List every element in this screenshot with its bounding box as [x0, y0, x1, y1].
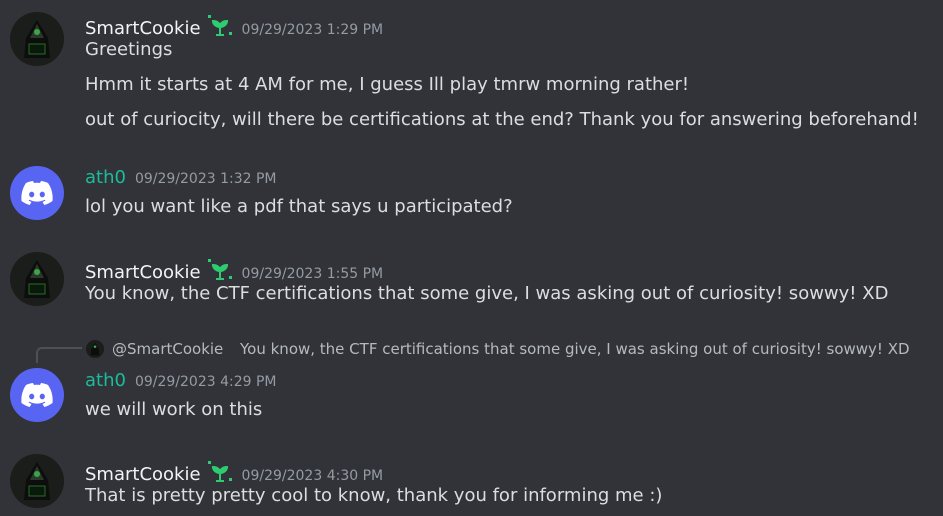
- reply-connector: [36, 347, 82, 363]
- username[interactable]: SmartCookie: [85, 262, 201, 283]
- avatar[interactable]: [10, 454, 64, 508]
- avatar[interactable]: [10, 368, 64, 422]
- hooded-hacker-icon: [86, 340, 104, 358]
- message-header: ath0 09/29/2023 1:32 PM: [85, 167, 277, 188]
- hooded-hacker-icon: [10, 252, 64, 306]
- discord-logo-icon: [21, 181, 53, 205]
- discord-logo-icon: [21, 383, 53, 407]
- reply-reference[interactable]: @SmartCookie You know, the CTF certifica…: [36, 340, 941, 363]
- avatar[interactable]: [10, 252, 64, 306]
- sprout-icon[interactable]: [207, 460, 233, 484]
- message-text: That is pretty pretty cool to know, than…: [85, 485, 663, 506]
- timestamp[interactable]: 09/29/2023 1:55 PM: [242, 266, 384, 282]
- message-header: ath0 09/29/2023 4:29 PM: [85, 370, 277, 391]
- avatar[interactable]: [10, 12, 64, 66]
- timestamp[interactable]: 09/29/2023 1:29 PM: [242, 22, 384, 38]
- reply-avatar[interactable]: [86, 340, 104, 358]
- message-text: Hmm it starts at 4 AM for me, I guess Il…: [85, 74, 690, 95]
- hooded-hacker-icon: [10, 454, 64, 508]
- reply-preview[interactable]: You know, the CTF certifications that so…: [240, 340, 910, 358]
- message-text: You know, the CTF certifications that so…: [85, 283, 889, 304]
- message-header: SmartCookie 09/29/2023 1:55 PM: [85, 254, 383, 283]
- hooded-hacker-icon: [10, 12, 64, 66]
- reply-author[interactable]: @SmartCookie: [112, 340, 223, 358]
- message-text: lol you want like a pdf that says u part…: [85, 196, 513, 217]
- message-text: out of curiocity, will there be certific…: [85, 109, 919, 130]
- sprout-icon[interactable]: [207, 14, 233, 38]
- message-text: we will work on this: [85, 399, 263, 420]
- timestamp[interactable]: 09/29/2023 4:30 PM: [242, 468, 384, 484]
- username[interactable]: ath0: [85, 370, 126, 391]
- sprout-icon[interactable]: [207, 258, 233, 282]
- message-header: SmartCookie 09/29/2023 1:29 PM: [85, 10, 383, 39]
- username[interactable]: ath0: [85, 167, 126, 188]
- username[interactable]: SmartCookie: [85, 464, 201, 485]
- timestamp[interactable]: 09/29/2023 4:29 PM: [135, 374, 277, 390]
- message-text: Greetings: [85, 39, 173, 60]
- timestamp[interactable]: 09/29/2023 1:32 PM: [135, 171, 277, 187]
- avatar[interactable]: [10, 166, 64, 220]
- message-header: SmartCookie 09/29/2023 4:30 PM: [85, 456, 383, 485]
- username[interactable]: SmartCookie: [85, 18, 201, 39]
